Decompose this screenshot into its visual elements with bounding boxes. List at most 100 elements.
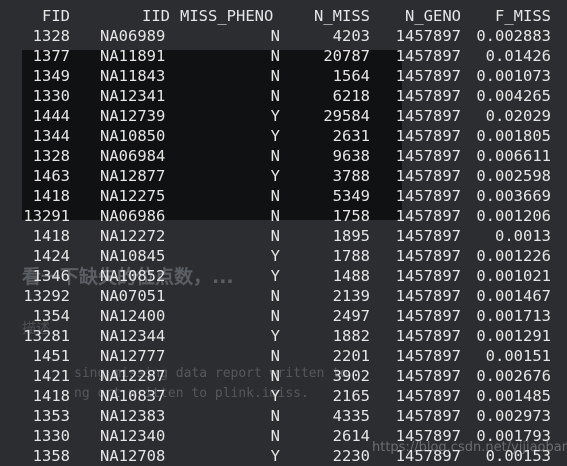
- cell-miss-pheno: N: [270, 427, 280, 445]
- cell-iid: NA12275: [100, 187, 166, 205]
- cell-miss-pheno: N: [270, 47, 280, 65]
- cell-fid: 1418: [32, 387, 70, 405]
- cell-n-miss: 5349: [332, 187, 370, 205]
- cell-iid: NA10845: [100, 247, 166, 265]
- cell-n-geno: 1457897: [395, 147, 461, 165]
- cell-miss-pheno: N: [270, 87, 280, 105]
- cell-miss-pheno: Y: [270, 247, 280, 265]
- table-row: 1421 NA12287 N 3902 1457897 0.002676: [0, 366, 567, 386]
- cell-fid: 1444: [32, 107, 70, 125]
- cell-miss-pheno: Y: [270, 387, 280, 405]
- table-row: 1444 NA12739 Y 29584 1457897 0.02029: [0, 106, 567, 126]
- cell-n-miss: 2230: [332, 447, 370, 465]
- column-header-fid: FID: [42, 7, 70, 25]
- cell-n-geno: 1457897: [395, 87, 461, 105]
- cell-n-miss: 2497: [332, 307, 370, 325]
- cell-n-geno: 1457897: [395, 347, 461, 365]
- cell-iid: NA12400: [100, 307, 166, 325]
- cell-f-miss: 0.00153: [485, 447, 551, 465]
- cell-n-geno: 1457897: [395, 267, 461, 285]
- cell-n-miss: 2614: [332, 427, 370, 445]
- cell-n-miss: 3902: [332, 367, 370, 385]
- table-row: 13291 NA06986 N 1758 1457897 0.001206: [0, 206, 567, 226]
- table-row: 1353 NA12383 N 4335 1457897 0.002973: [0, 406, 567, 426]
- table-row: 1328 NA06984 N 9638 1457897 0.006611: [0, 146, 567, 166]
- cell-iid: NA10850: [100, 127, 166, 145]
- cell-miss-pheno: N: [270, 367, 280, 385]
- cell-n-miss: 1564: [332, 67, 370, 85]
- table-row: 1463 NA12877 Y 3788 1457897 0.002598: [0, 166, 567, 186]
- cell-fid: 1349: [32, 67, 70, 85]
- cell-iid: NA12877: [100, 167, 166, 185]
- table-row: 1330 NA12340 N 2614 1457897 0.001793: [0, 426, 567, 446]
- cell-n-geno: 1457897: [395, 107, 461, 125]
- cell-miss-pheno: Y: [270, 327, 280, 345]
- cell-f-miss: 0.002598: [476, 167, 551, 185]
- cell-miss-pheno: N: [270, 27, 280, 45]
- cell-fid: 13281: [23, 327, 70, 345]
- terminal-output: FID IID MISS_PHENO N_MISS N_GENO F_MISS …: [0, 0, 567, 465]
- table-row: 13292 NA07051 N 2139 1457897 0.001467: [0, 286, 567, 306]
- column-header-iid: IID: [142, 7, 170, 25]
- cell-n-geno: 1457897: [395, 427, 461, 445]
- cell-fid: 1330: [32, 87, 70, 105]
- table-row: 1328 NA06989 N 4203 1457897 0.002883: [0, 26, 567, 46]
- cell-f-miss: 0.001467: [476, 287, 551, 305]
- cell-f-miss: 0.001713: [476, 307, 551, 325]
- cell-fid: 1328: [32, 147, 70, 165]
- cell-iid: NA07051: [100, 287, 166, 305]
- cell-n-miss: 1488: [332, 267, 370, 285]
- cell-n-geno: 1457897: [395, 47, 461, 65]
- cell-n-geno: 1457897: [395, 67, 461, 85]
- cell-n-miss: 2139: [332, 287, 370, 305]
- cell-iid: NA06989: [100, 27, 166, 45]
- cell-n-geno: 1457897: [395, 27, 461, 45]
- cell-miss-pheno: N: [270, 287, 280, 305]
- cell-f-miss: 0.002883: [476, 27, 551, 45]
- cell-n-miss: 4203: [332, 27, 370, 45]
- cell-iid: NA12383: [100, 407, 166, 425]
- cell-fid: 1421: [32, 367, 70, 385]
- cell-f-miss: 0.001073: [476, 67, 551, 85]
- cell-f-miss: 0.001206: [476, 207, 551, 225]
- table-row: 1418 NA12275 N 5349 1457897 0.003669: [0, 186, 567, 206]
- cell-n-miss: 2201: [332, 347, 370, 365]
- cell-n-miss: 6218: [332, 87, 370, 105]
- cell-iid: NA06986: [100, 207, 166, 225]
- cell-fid: 1418: [32, 187, 70, 205]
- cell-miss-pheno: N: [270, 227, 280, 245]
- cell-fid: 13292: [23, 287, 70, 305]
- cell-miss-pheno: N: [270, 67, 280, 85]
- cell-n-miss: 2631: [332, 127, 370, 145]
- table-row: 1418 NA10837 Y 2165 1457897 0.001485: [0, 386, 567, 406]
- cell-fid: 1328: [32, 27, 70, 45]
- cell-miss-pheno: N: [270, 307, 280, 325]
- cell-fid: 1354: [32, 307, 70, 325]
- cell-miss-pheno: N: [270, 207, 280, 225]
- cell-fid: 1463: [32, 167, 70, 185]
- cell-iid: NA12287: [100, 367, 166, 385]
- cell-iid: NA11843: [100, 67, 166, 85]
- cell-fid: 13291: [23, 207, 70, 225]
- cell-n-geno: 1457897: [395, 207, 461, 225]
- table-row: 1358 NA12708 Y 2230 1457897 0.00153: [0, 446, 567, 466]
- cell-f-miss: 0.01426: [485, 47, 551, 65]
- cell-f-miss: 0.002973: [476, 407, 551, 425]
- cell-n-geno: 1457897: [395, 307, 461, 325]
- cell-iid: NA12341: [100, 87, 166, 105]
- cell-f-miss: 0.001021: [476, 267, 551, 285]
- cell-f-miss: 0.001226: [476, 247, 551, 265]
- cell-f-miss: 0.003669: [476, 187, 551, 205]
- cell-f-miss: 0.02029: [485, 107, 551, 125]
- table-row: 1377 NA11891 N 20787 1457897 0.01426: [0, 46, 567, 66]
- cell-n-miss: 20787: [323, 47, 370, 65]
- cell-n-miss: 9638: [332, 147, 370, 165]
- cell-iid: NA12340: [100, 427, 166, 445]
- cell-n-geno: 1457897: [395, 247, 461, 265]
- cell-iid: NA10852: [100, 267, 166, 285]
- cell-f-miss: 0.004265: [476, 87, 551, 105]
- cell-iid: NA10837: [100, 387, 166, 405]
- cell-iid: NA12344: [100, 327, 166, 345]
- cell-n-miss: 1882: [332, 327, 370, 345]
- cell-n-geno: 1457897: [395, 327, 461, 345]
